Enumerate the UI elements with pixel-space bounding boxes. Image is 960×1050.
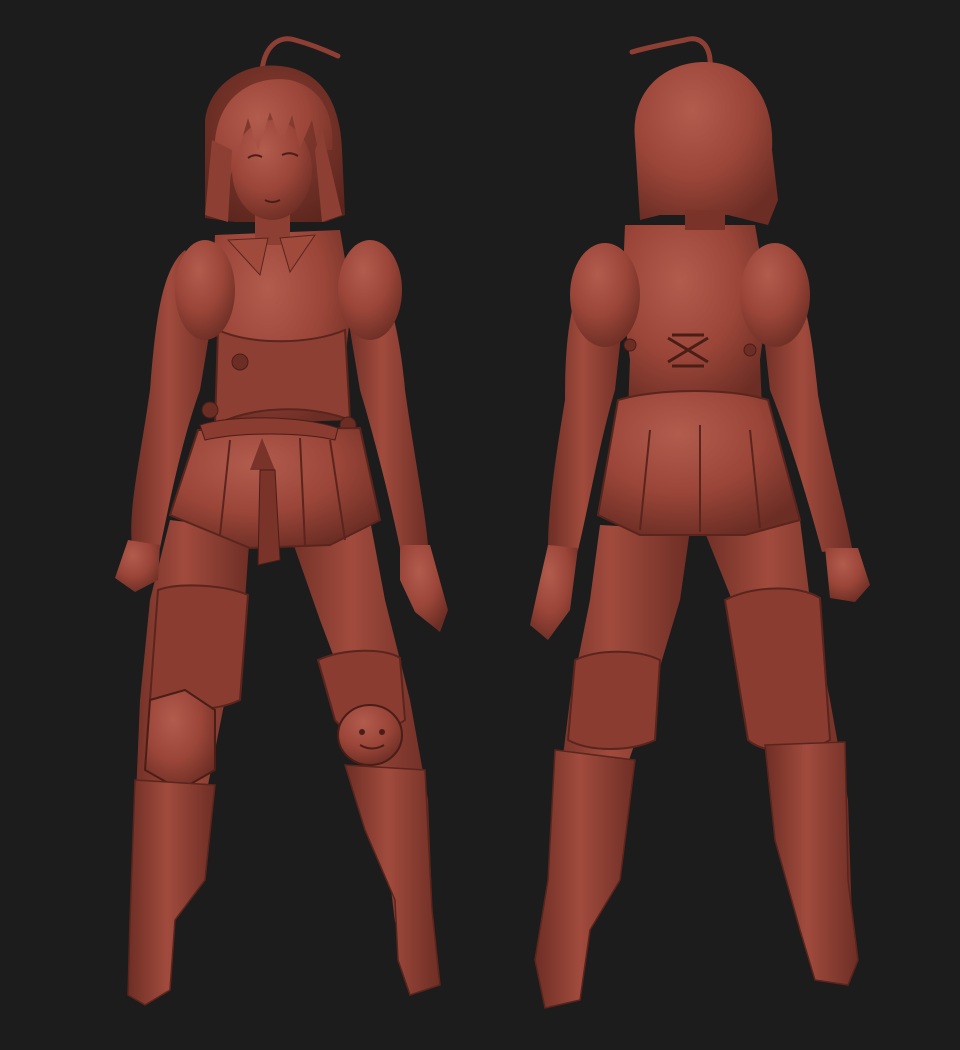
back-left-shoulder-puff [570,243,640,347]
back-left-boot [534,749,636,1009]
back-view [530,36,870,1009]
sculpt-render [115,36,870,1009]
front-left-shoulder-puff [175,240,235,340]
back-right-shoulder-puff [740,243,810,347]
back-neck [685,210,725,230]
front-right-shoulder-puff [338,240,402,340]
back-right-thigh-wrap [723,587,832,753]
turnaround-canvas [0,0,960,1050]
back-hair [634,62,778,225]
front-view [115,36,448,1006]
front-left-thigh-wrap [148,584,250,710]
back-left-thigh-wrap [566,650,662,750]
back-right-boot [764,741,859,986]
front-right-kneepad [337,704,403,766]
front-ahoge [259,36,341,73]
back-right-hand [825,548,870,602]
back-left-hand [530,545,578,640]
front-left-kneepad [143,688,216,792]
front-left-boot [127,779,216,1006]
front-right-hand [400,545,448,632]
front-right-boot [343,764,441,996]
front-left-hand [115,540,160,592]
